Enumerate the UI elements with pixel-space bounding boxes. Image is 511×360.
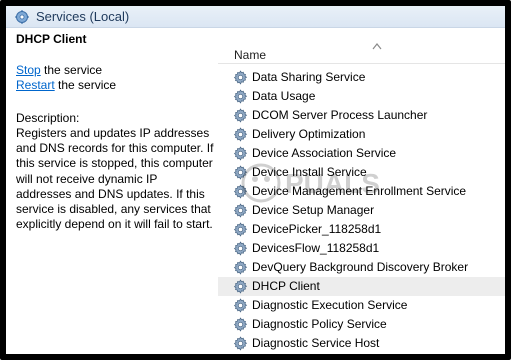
service-row[interactable]: Data Usage <box>218 87 505 106</box>
service-name: DCOM Server Process Launcher <box>252 108 428 122</box>
service-name: Diagnostic Execution Service <box>252 298 408 312</box>
gear-icon <box>233 298 248 313</box>
service-row[interactable]: Delivery Optimization <box>218 125 505 144</box>
gear-icon <box>233 108 248 123</box>
service-name: DevicesFlow_118258d1 <box>252 241 380 255</box>
gear-icon <box>233 317 248 332</box>
services-window: Services (Local) DHCP Client Stop the se… <box>0 0 511 360</box>
gear-icon <box>233 241 248 256</box>
service-row[interactable]: Diagnostic Policy Service <box>218 315 505 334</box>
window-title: Services (Local) <box>36 9 130 24</box>
service-name: Diagnostic Service Host <box>252 336 380 350</box>
gear-icon <box>233 222 248 237</box>
service-name: DHCP Client <box>252 279 320 293</box>
stop-link[interactable]: Stop <box>16 63 41 77</box>
gear-icon <box>233 279 248 294</box>
service-row[interactable]: DevQuery Background Discovery Broker <box>218 258 505 277</box>
stop-suffix: the service <box>40 63 103 77</box>
watermark: PUALS <box>241 163 380 203</box>
restart-suffix: the service <box>54 78 117 92</box>
description-text: Registers and updates IP addresses and D… <box>16 126 214 232</box>
sort-ascending-icon <box>372 43 382 50</box>
service-name: Delivery Optimization <box>252 127 366 141</box>
restart-link[interactable]: Restart <box>16 78 55 92</box>
service-row[interactable]: DHCP Client <box>218 277 505 296</box>
list-header: Name <box>218 28 505 64</box>
service-row[interactable]: DevicePicker_118258d1 <box>218 220 505 239</box>
service-name: Data Sharing Service <box>252 70 366 84</box>
service-row[interactable]: Data Sharing Service <box>218 68 505 87</box>
service-row[interactable]: DevicesFlow_118258d1 <box>218 239 505 258</box>
description-label: Description: <box>16 111 80 125</box>
gear-icon <box>233 260 248 275</box>
gear-icon <box>233 127 248 142</box>
gear-icon <box>233 336 248 351</box>
service-row[interactable]: Diagnostic Execution Service <box>218 296 505 315</box>
service-row[interactable]: DCOM Server Process Launcher <box>218 106 505 125</box>
column-header-name[interactable]: Name <box>234 48 266 62</box>
restart-action: Restart the service <box>16 78 218 93</box>
service-name: DevQuery Background Discovery Broker <box>252 260 469 274</box>
service-name: DevicePicker_118258d1 <box>252 222 382 236</box>
service-name: Data Usage <box>252 89 316 103</box>
svg-text:PUALS: PUALS <box>285 168 380 199</box>
gear-icon <box>233 70 248 85</box>
service-actions: Stop the service Restart the service <box>16 63 218 93</box>
gear-icon <box>233 89 248 104</box>
selected-service-title: DHCP Client <box>16 32 87 46</box>
service-row[interactable]: Diagnostic Service Host <box>218 334 505 353</box>
stop-action: Stop the service <box>16 63 218 78</box>
services-gear-icon <box>15 10 29 24</box>
service-name: Diagnostic Policy Service <box>252 317 387 331</box>
details-pane: DHCP Client Stop the service Restart the… <box>6 28 218 354</box>
title-bar: Services (Local) <box>6 6 505 28</box>
